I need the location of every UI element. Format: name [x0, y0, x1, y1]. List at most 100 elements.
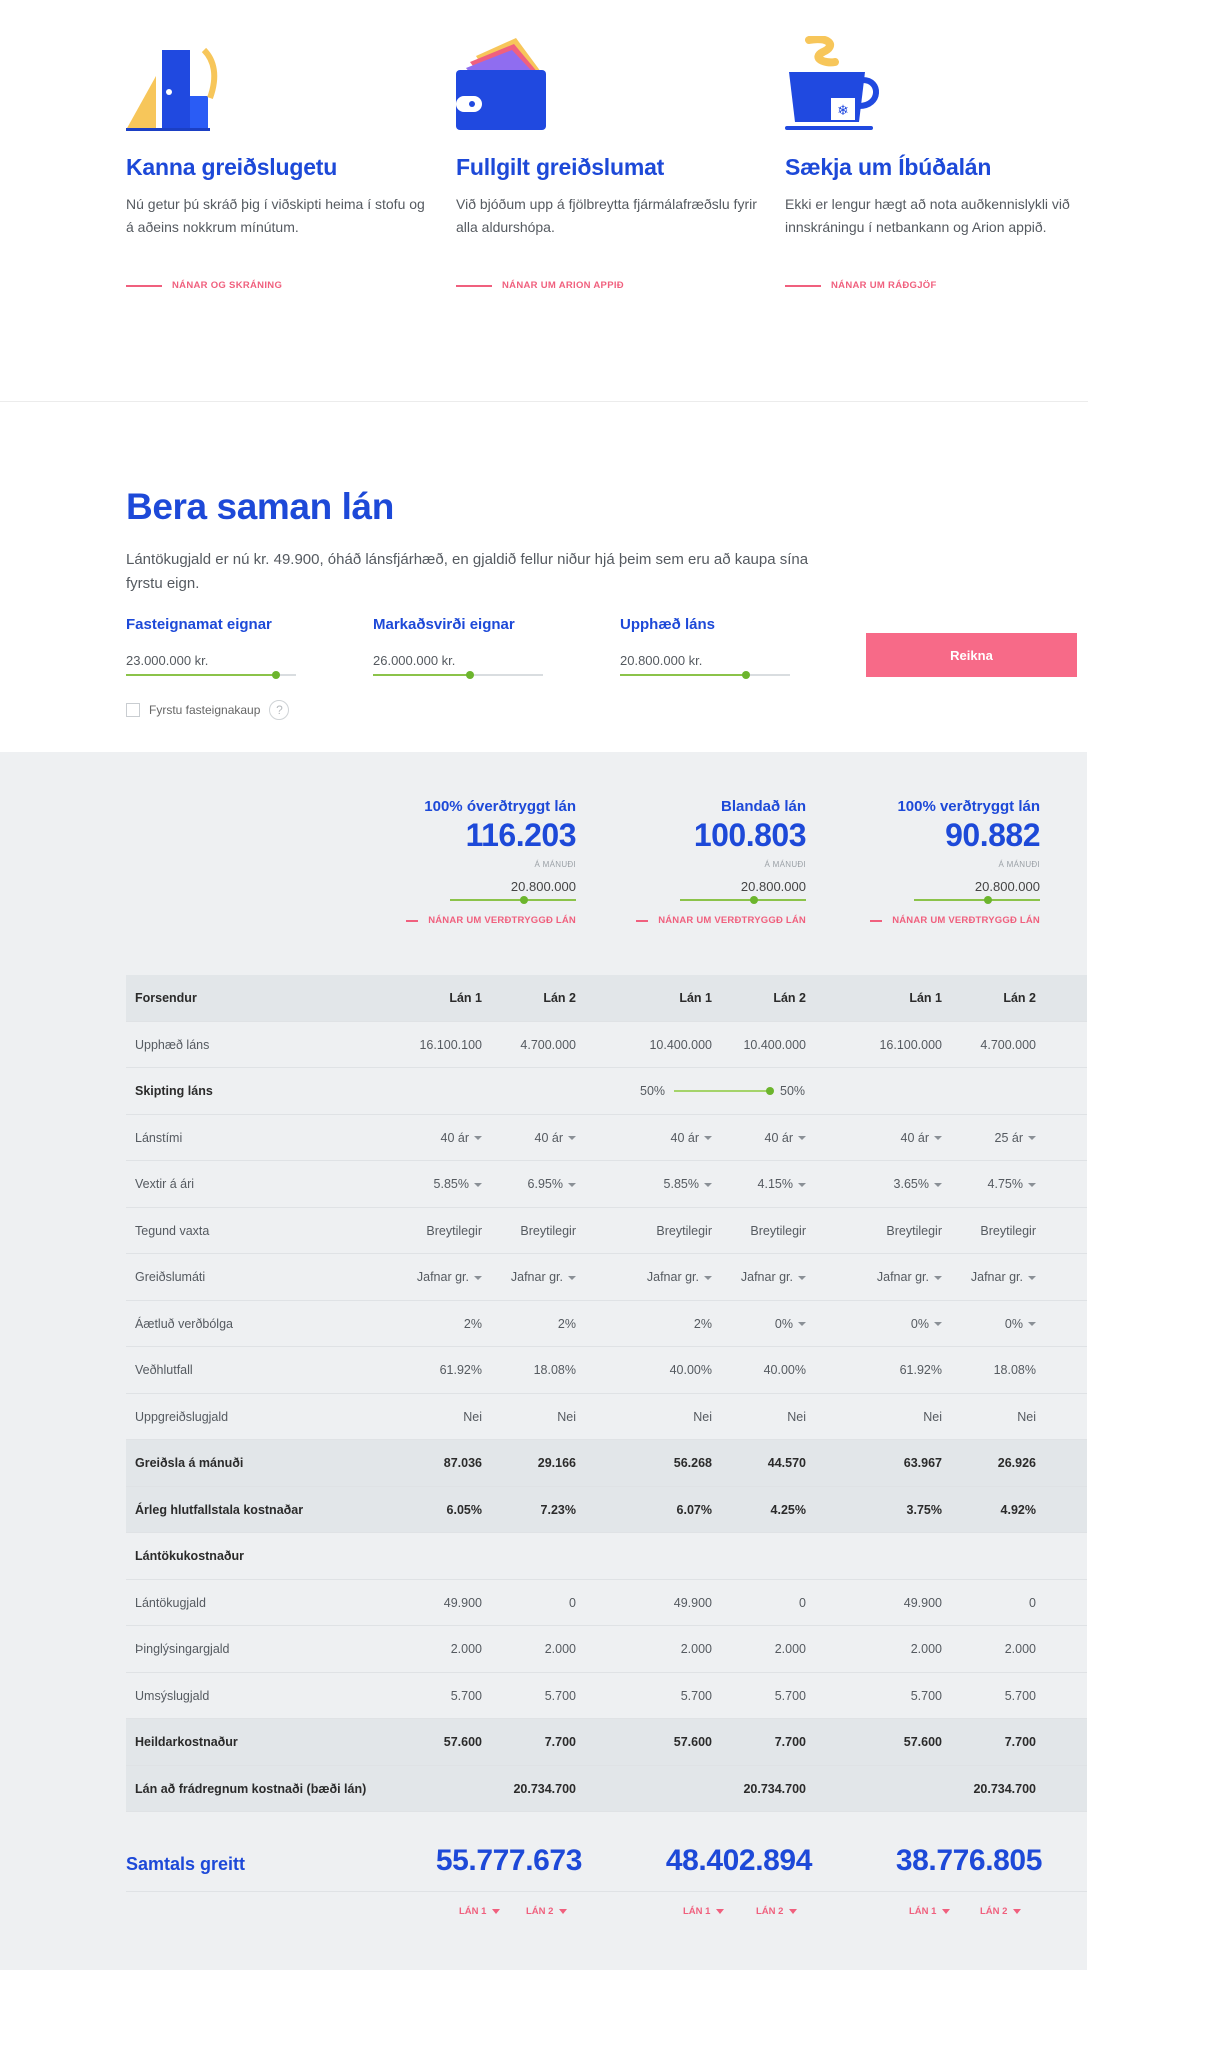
- feature-text: Ekki er lengur hægt að nota auðkennislyk…: [785, 196, 1070, 235]
- cell-dropdown[interactable]: 6.95%: [476, 1161, 576, 1207]
- slider-handle[interactable]: [984, 896, 992, 904]
- table-cell: Breytilegir: [886, 1223, 942, 1238]
- upphaed-input[interactable]: 20.800.000 kr.: [620, 653, 790, 668]
- lan-1-dropdown[interactable]: LÁN 1: [459, 1906, 501, 1917]
- lan-2-dropdown[interactable]: LÁN 2: [980, 1906, 1022, 1917]
- table-cell: 4.92%: [1000, 1502, 1036, 1517]
- cell-dropdown[interactable]: 40 ár: [612, 1115, 712, 1161]
- caret-down-icon: [942, 1909, 951, 1914]
- feature-card-kanna: Kanna greiðslugetu Nú getur þú skráð þig…: [126, 36, 436, 291]
- caret-down-icon: [1013, 1909, 1022, 1914]
- svg-text:❄: ❄: [837, 103, 849, 119]
- markadsvirdi-slider[interactable]: [373, 671, 543, 679]
- lan-2-dropdown[interactable]: LÁN 2: [526, 1906, 568, 1917]
- slider-handle[interactable]: [750, 896, 758, 904]
- lan-1-dropdown[interactable]: LÁN 1: [909, 1906, 951, 1917]
- split-slider[interactable]: 50% 50%: [640, 1068, 940, 1114]
- caret-down-icon: [789, 1909, 798, 1914]
- monthly-payment: 100.803: [693, 817, 807, 853]
- table-cell: 6.05%: [446, 1502, 482, 1517]
- cell-dropdown[interactable]: Jafnar gr.: [842, 1254, 942, 1300]
- table-row: Lánstími 40 ár 40 ár 40 ár 40 ár 40 ár 25 ár: [126, 1115, 1087, 1161]
- cell-dropdown[interactable]: 40 ár: [842, 1115, 942, 1161]
- row-label: Lánstími: [135, 1130, 183, 1145]
- slider-handle[interactable]: [766, 1087, 774, 1095]
- cell-dropdown[interactable]: 4.15%: [706, 1161, 806, 1207]
- lan-2-dropdown[interactable]: LÁN 2: [756, 1906, 798, 1917]
- split-right-value: 50%: [780, 1084, 806, 1098]
- checkbox-box[interactable]: [126, 703, 140, 717]
- lan-1-dropdown[interactable]: LÁN 1: [683, 1906, 725, 1917]
- feature-link-skraning[interactable]: NÁNAR OG SKRÁNING: [126, 280, 282, 291]
- feature-link-arion-app[interactable]: NÁNAR UM ARION APPIÐ: [456, 280, 624, 291]
- column-header: Lán 2: [1003, 991, 1036, 1005]
- total-label: Samtals greitt: [126, 1854, 246, 1874]
- help-icon[interactable]: ?: [269, 700, 290, 720]
- cell-dropdown[interactable]: Jafnar gr.: [476, 1254, 576, 1300]
- caret-down-icon: [492, 1909, 501, 1914]
- table-row: Vextir á ári 5.85% 6.95% 5.85% 4.15% 3.65% 4.7…: [126, 1161, 1087, 1208]
- result-column-overdtryggt: 100% óverðtryggt lán 116.203 Á MÁNUÐI 20…: [390, 798, 577, 926]
- coffee-cup-icon: ❄: [785, 35, 885, 136]
- row-label: Greiðsla á mánuði: [135, 1456, 244, 1470]
- amount-slider[interactable]: 20.800.000: [620, 879, 806, 905]
- cell-dropdown[interactable]: Jafnar gr.: [612, 1254, 712, 1300]
- cell-dropdown[interactable]: 40 ár: [476, 1115, 576, 1161]
- table-cell: 61.92%: [899, 1363, 942, 1377]
- cell-dropdown[interactable]: 40 ár: [382, 1115, 482, 1161]
- cell-dropdown[interactable]: Jafnar gr.: [936, 1254, 1036, 1300]
- row-label: Vextir á ári: [135, 1177, 195, 1191]
- table-row: Lántökugjald 49.900 0 49.900 0 49.900 0: [126, 1580, 1087, 1626]
- table-row: Þinglýsingargjald 2.000 2.000 2.000 2.000 2.0…: [126, 1626, 1087, 1673]
- split-left-value: 50%: [640, 1084, 666, 1098]
- more-link[interactable]: NÁNAR UM VERÐTRYGGÐ LÁN: [620, 915, 806, 926]
- cell-dropdown[interactable]: 0%: [842, 1301, 942, 1347]
- first-purchase-checkbox[interactable]: Fyrstu fasteignakaup ?: [126, 700, 290, 720]
- table-row: Greiðsla á mánuði 87.036 29.166 56.268 44.57…: [126, 1440, 1087, 1487]
- table-cell: 29.166: [537, 1456, 576, 1470]
- slider-handle[interactable]: [520, 896, 528, 904]
- cell-dropdown[interactable]: 25 ár: [936, 1115, 1036, 1161]
- row-label: Lán að frádregnum kostnaði (bæði lán): [135, 1781, 367, 1796]
- markadsvirdi-input[interactable]: 26.000.000 kr.: [373, 653, 543, 668]
- feature-card-ibudalan: ❄ Sækja um Íbúðalán Ekki er lengur hægt …: [785, 35, 1095, 291]
- cell-dropdown[interactable]: 40 ár: [706, 1115, 806, 1161]
- table-cell: 2.000: [774, 1642, 806, 1656]
- table-cell: 5.700: [774, 1688, 806, 1703]
- amount-slider[interactable]: 20.800.000: [390, 879, 576, 905]
- row-label: Árleg hlutfallstala kostnaðar: [135, 1502, 304, 1517]
- cell-dropdown[interactable]: Jafnar gr.: [706, 1254, 806, 1300]
- table-cell: Breytilegir: [656, 1223, 712, 1238]
- cell-dropdown[interactable]: Jafnar gr.: [382, 1254, 482, 1300]
- cell-dropdown[interactable]: 5.85%: [612, 1161, 712, 1207]
- reikna-button[interactable]: Reikna: [866, 633, 1077, 677]
- table-row: Uppgreiðslugjald Nei Nei Nei Nei Nei Nei: [126, 1394, 1087, 1440]
- door-icon: [126, 36, 226, 136]
- feature-link-radgjof[interactable]: NÁNAR UM RÁÐGJÖF: [785, 280, 937, 291]
- more-link[interactable]: NÁNAR UM VERÐTRYGGÐ LÁN: [390, 915, 576, 926]
- cell-dropdown[interactable]: 5.85%: [382, 1161, 482, 1207]
- cell-dropdown[interactable]: 0%: [936, 1301, 1036, 1347]
- row-label: Umsýslugjald: [135, 1688, 210, 1703]
- table-row: Lántökukostnaður: [126, 1533, 1087, 1580]
- table-cell: 2.000: [910, 1642, 942, 1656]
- row-label: Tegund vaxta: [135, 1223, 210, 1238]
- cell-dropdown[interactable]: 0%: [706, 1301, 806, 1347]
- slider-handle[interactable]: [741, 671, 750, 679]
- cell-dropdown[interactable]: 3.65%: [842, 1161, 942, 1207]
- total-value: 55.777.673: [435, 1844, 583, 1877]
- feature-title: Sækja um Íbúðalán: [785, 154, 992, 180]
- amount-slider[interactable]: 20.800.000: [850, 879, 1040, 905]
- table-cell: 4.700.000: [520, 1037, 576, 1052]
- slider-handle[interactable]: [465, 671, 474, 679]
- cell-dropdown[interactable]: 4.75%: [936, 1161, 1036, 1207]
- more-link[interactable]: NÁNAR UM VERÐTRYGGÐ LÁN: [850, 915, 1040, 926]
- table-cell: 57.600: [903, 1735, 942, 1749]
- slider-handle[interactable]: [271, 671, 280, 679]
- fasteignamat-input[interactable]: 23.000.000 kr.: [126, 653, 296, 668]
- caret-down-icon: [568, 1136, 576, 1141]
- caret-down-icon: [798, 1275, 806, 1280]
- fasteignamat-slider[interactable]: [126, 671, 296, 679]
- loan-detail-links: LÁN 1 LÁN 2 LÁN 1 LÁN 2 LÁN 1 LÁN 2: [126, 1892, 1087, 1932]
- upphaed-slider[interactable]: [620, 671, 790, 679]
